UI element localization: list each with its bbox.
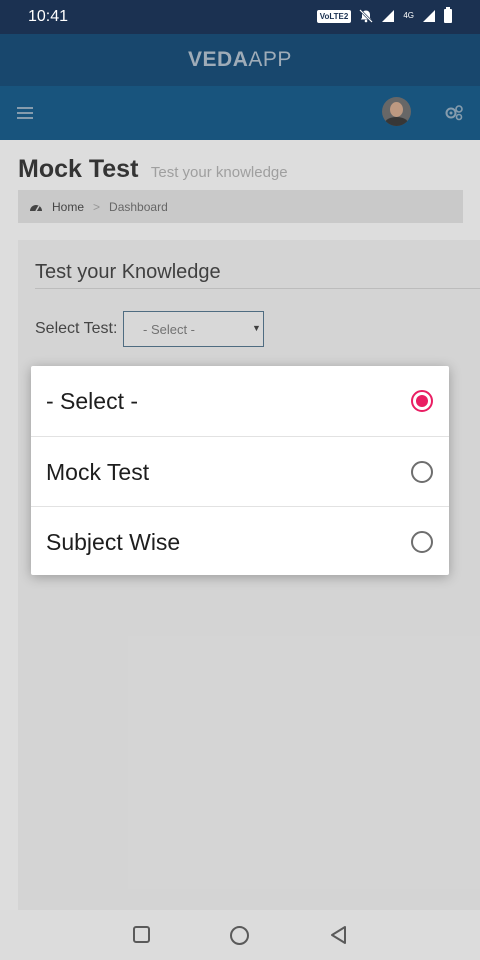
- signal-4g-bars-icon: [423, 10, 435, 22]
- option-label: Subject Wise: [46, 529, 181, 555]
- radio-selected-icon[interactable]: [411, 390, 433, 412]
- back-icon[interactable]: [329, 925, 349, 945]
- option-label: Mock Test: [46, 459, 150, 485]
- select-options-dialog: - Select - Mock Test Subject Wise: [31, 366, 449, 575]
- system-nav-bar: [0, 910, 480, 960]
- option-label: - Select -: [46, 388, 139, 414]
- signal-4g-icon: 4G: [403, 11, 414, 20]
- option-subject-wise[interactable]: Subject Wise: [31, 506, 449, 576]
- option-select[interactable]: - Select -: [31, 366, 449, 436]
- status-icons: VoLTE2 4G: [316, 7, 452, 23]
- bell-off-icon: [359, 9, 374, 23]
- status-bar: 10:41 VoLTE2 4G: [0, 0, 480, 34]
- radio-unselected-icon[interactable]: [411, 461, 433, 483]
- battery-icon: [444, 7, 452, 23]
- status-time: 10:41: [28, 8, 69, 25]
- home-icon[interactable]: [230, 926, 249, 945]
- signal-icon: [382, 10, 395, 22]
- recent-apps-icon[interactable]: [133, 926, 150, 943]
- option-mock-test[interactable]: Mock Test: [31, 436, 449, 506]
- volte-icon: VoLTE2: [316, 9, 352, 23]
- radio-unselected-icon[interactable]: [411, 531, 433, 553]
